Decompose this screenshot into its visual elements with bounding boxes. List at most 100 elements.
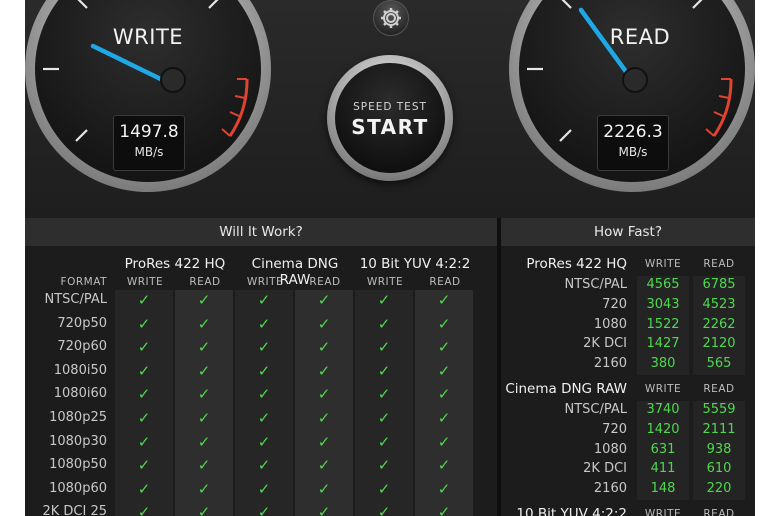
read-subheader: READ bbox=[189, 276, 221, 288]
read-needle-hub bbox=[622, 67, 648, 93]
checkmark-icon: ✓ bbox=[257, 503, 271, 516]
write-red-tick bbox=[221, 128, 231, 137]
read-fps-value: 6785 bbox=[702, 277, 736, 292]
read-speed-value: 2226.3 bbox=[603, 122, 663, 142]
gauge-area: WRITE 1497.8 MB/s SPEED TEST START READ … bbox=[25, 0, 755, 218]
checkmark-icon: ✓ bbox=[137, 338, 151, 357]
checkmark-icon: ✓ bbox=[437, 409, 451, 427]
checkmark-icon: ✓ bbox=[437, 432, 451, 451]
write-fps-value: 380 bbox=[650, 356, 676, 372]
checkmark-icon: ✓ bbox=[257, 361, 271, 380]
group-prores-title: ProRes 422 HQ bbox=[124, 256, 226, 272]
write-label: WRITE bbox=[112, 25, 184, 49]
write-speed-unit: MB/s bbox=[134, 145, 164, 159]
settings-button[interactable] bbox=[373, 0, 409, 36]
will-it-work-header: Will It Work? bbox=[25, 218, 497, 247]
format-row-label: 720p50 bbox=[57, 315, 107, 331]
speed-test-start-button[interactable]: SPEED TEST START bbox=[327, 55, 453, 181]
checkmark-icon: ✓ bbox=[197, 456, 211, 475]
read-fps-value: 610 bbox=[706, 461, 732, 477]
resolution-label: NTSC/PAL bbox=[564, 277, 627, 292]
checkmark-icon: ✓ bbox=[137, 409, 151, 427]
resolution-label: 720 bbox=[602, 296, 627, 312]
format-column-header: FORMAT bbox=[60, 276, 107, 288]
checkmark-icon: ✓ bbox=[317, 314, 331, 333]
checkmark-icon: ✓ bbox=[257, 314, 271, 333]
checkmark-icon: ✓ bbox=[257, 432, 271, 451]
checkmark-icon: ✓ bbox=[197, 338, 211, 357]
checkmark-icon: ✓ bbox=[197, 432, 211, 451]
write-red-tick bbox=[234, 95, 246, 99]
read-subheader: READ bbox=[703, 258, 735, 270]
read-speed-unit: MB/s bbox=[618, 145, 648, 159]
disk-speed-test-window: WRITE 1497.8 MB/s SPEED TEST START READ … bbox=[25, 0, 755, 516]
format-row-label: 1080p30 bbox=[49, 433, 107, 449]
start-button-label: START bbox=[351, 115, 429, 139]
how-fast-header: How Fast? bbox=[501, 218, 755, 247]
read-readout: 2226.3 MB/s bbox=[597, 115, 669, 171]
checkmark-icon: ✓ bbox=[377, 432, 391, 451]
checkmark-icon: ✓ bbox=[317, 385, 331, 404]
checkmark-icon: ✓ bbox=[137, 385, 151, 404]
write-subheader: WRITE bbox=[644, 258, 682, 270]
format-row-label: 1080p50 bbox=[49, 457, 107, 473]
read-subheader: READ bbox=[309, 276, 341, 288]
format-row-label: 2K DCI 25 bbox=[42, 504, 107, 516]
checkmark-icon: ✓ bbox=[437, 479, 451, 498]
write-fps-value: 1427 bbox=[646, 336, 680, 352]
format-row-label: 720p60 bbox=[57, 339, 107, 355]
checkmark-icon: ✓ bbox=[137, 361, 151, 380]
read-label: READ bbox=[609, 25, 671, 49]
format-row-label: 1080i60 bbox=[53, 386, 107, 402]
write-gauge: WRITE 1497.8 MB/s bbox=[25, 0, 271, 192]
checkmark-icon: ✓ bbox=[317, 479, 331, 498]
resolution-label: 720 bbox=[602, 421, 627, 437]
read-fps-value: 2120 bbox=[702, 336, 736, 352]
checkmark-icon: ✓ bbox=[317, 432, 331, 451]
checkmark-icon: ✓ bbox=[377, 456, 391, 475]
read-tick bbox=[559, 129, 572, 142]
write-fps-value: 3740 bbox=[646, 402, 680, 417]
checkmark-icon: ✓ bbox=[437, 291, 451, 309]
start-button-face: SPEED TEST START bbox=[335, 63, 445, 173]
read-fps-value: 938 bbox=[706, 441, 732, 457]
resolution-label: 1080 bbox=[593, 441, 627, 457]
write-subheader: WRITE bbox=[246, 276, 284, 288]
write-tick bbox=[208, 0, 219, 9]
resolution-label: NTSC/PAL bbox=[564, 402, 627, 417]
write-needle-hub bbox=[160, 67, 186, 93]
checkmark-icon: ✓ bbox=[377, 385, 391, 404]
format-row-label: 1080p60 bbox=[49, 480, 107, 496]
checkmark-icon: ✓ bbox=[257, 409, 271, 427]
write-fps-value: 631 bbox=[650, 441, 676, 457]
write-fps-value: 1522 bbox=[646, 316, 680, 332]
checkmark-icon: ✓ bbox=[377, 361, 391, 380]
how-fast-section-title: 10 Bit YUV 4:2:2 bbox=[516, 506, 627, 516]
checkmark-icon: ✓ bbox=[317, 503, 331, 516]
checkmark-icon: ✓ bbox=[377, 338, 391, 357]
gear-icon bbox=[381, 8, 401, 28]
checkmark-icon: ✓ bbox=[377, 503, 391, 516]
checkmark-icon: ✓ bbox=[257, 291, 271, 309]
checkmark-icon: ✓ bbox=[257, 479, 271, 498]
checkmark-icon: ✓ bbox=[197, 385, 211, 404]
checkmark-icon: ✓ bbox=[437, 314, 451, 333]
write-subheader: WRITE bbox=[126, 276, 164, 288]
how-fast-table: ProRes 422 HQ WRITE READ NTSC/PAL 4565 6785 72… bbox=[501, 246, 755, 516]
resolution-label: 2160 bbox=[593, 481, 627, 497]
checkmark-icon: ✓ bbox=[137, 432, 151, 451]
checkmark-icon: ✓ bbox=[137, 314, 151, 333]
read-red-tick bbox=[713, 111, 724, 117]
checkmark-icon: ✓ bbox=[437, 503, 451, 516]
write-fps-value: 411 bbox=[650, 461, 676, 477]
group-yuv-title: 10 Bit YUV 4:2:2 bbox=[359, 256, 471, 272]
format-row-label: NTSC/PAL bbox=[44, 292, 107, 307]
will-it-work-table: FORMAT ProRes 422 HQ Cinema DNG RAW 10 B… bbox=[25, 246, 497, 516]
checkmark-icon: ✓ bbox=[317, 409, 331, 427]
checkmark-icon: ✓ bbox=[197, 291, 211, 309]
write-speed-value: 1497.8 bbox=[119, 122, 179, 142]
checkmark-icon: ✓ bbox=[437, 456, 451, 475]
checkmark-icon: ✓ bbox=[137, 456, 151, 475]
how-fast-section-title: Cinema DNG RAW bbox=[505, 381, 627, 397]
checkmark-icon: ✓ bbox=[257, 456, 271, 475]
